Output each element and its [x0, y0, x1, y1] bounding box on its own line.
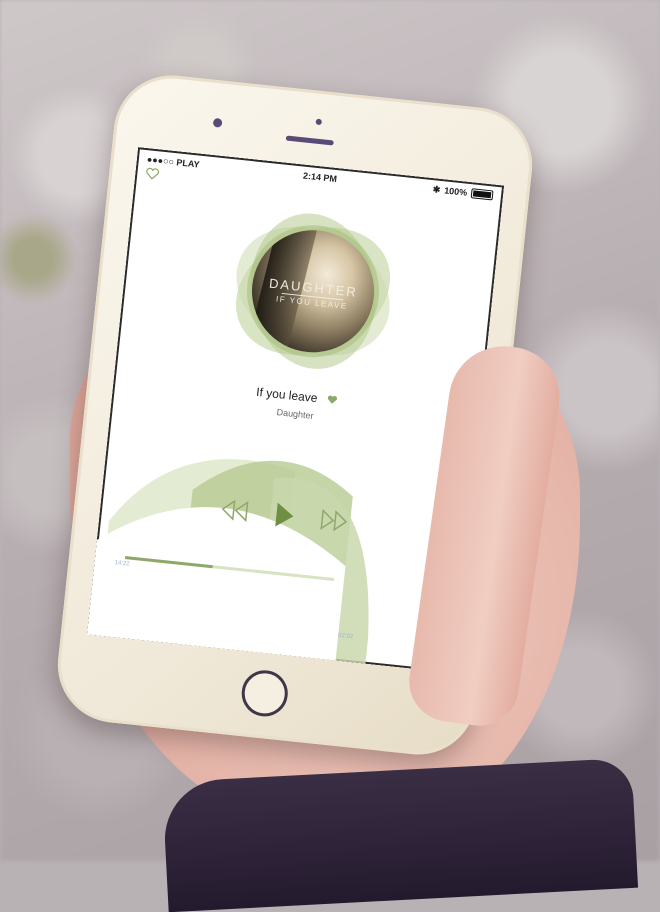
play-icon[interactable] — [273, 501, 296, 534]
jacket-sleeve — [161, 757, 639, 912]
favorite-outline-heart-icon[interactable] — [144, 166, 160, 185]
favorite-heart-icon[interactable] — [326, 393, 338, 408]
song-title: If you leave — [255, 384, 319, 406]
battery-percent: 100% — [443, 185, 468, 198]
fast-forward-icon[interactable] — [319, 508, 350, 538]
bluetooth-icon: ✱ — [432, 183, 441, 195]
battery-icon — [470, 188, 494, 201]
clock: 2:14 PM — [302, 170, 338, 185]
rewind-icon[interactable] — [219, 498, 250, 528]
album-art-container: DAUGHTER IF YOU LEAVE — [220, 198, 407, 385]
status-right: ✱ 100% — [432, 183, 494, 201]
